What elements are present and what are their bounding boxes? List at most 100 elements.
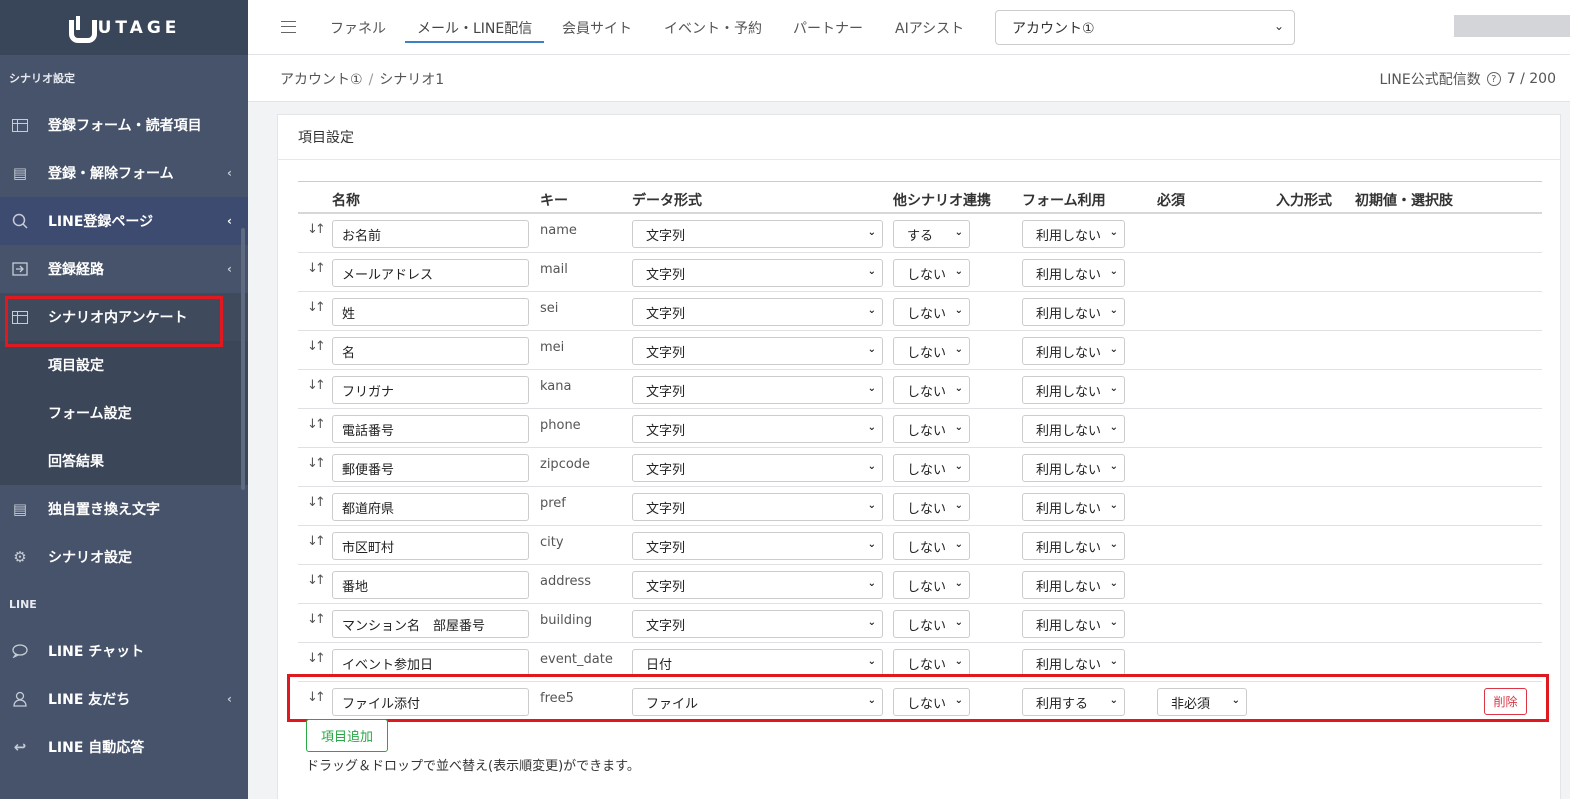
form-use-select[interactable]: 利用しない ⌄ bbox=[1022, 337, 1125, 365]
drag-handle-icon[interactable]: ↓↑ bbox=[307, 651, 326, 666]
form-use-select[interactable]: 利用しない ⌄ bbox=[1022, 415, 1125, 443]
data-type-select[interactable]: 文字列 ⌄ bbox=[632, 376, 883, 404]
form-use-select[interactable]: 利用しない ⌄ bbox=[1022, 259, 1125, 287]
data-type-select[interactable]: 文字列 ⌄ bbox=[632, 571, 883, 599]
data-type-select[interactable]: 文字列 ⌄ bbox=[632, 337, 883, 365]
tab-funnel[interactable]: ファネル bbox=[330, 18, 386, 43]
sidebar-subitem-answers[interactable]: 回答結果 bbox=[0, 437, 248, 485]
scenario-link-select[interactable]: しない ⌄ bbox=[893, 337, 970, 365]
item-name-input[interactable]: 姓 bbox=[332, 298, 529, 326]
sidebar-item-line-auto-reply[interactable]: ↩ LINE 自動応答 bbox=[0, 723, 248, 771]
user-icon bbox=[10, 691, 30, 707]
item-name-input[interactable]: 番地 bbox=[332, 571, 529, 599]
scenario-link-select[interactable]: する ⌄ bbox=[893, 220, 970, 248]
sidebar-scrollbar[interactable] bbox=[241, 228, 245, 490]
form-use-select[interactable]: 利用しない ⌄ bbox=[1022, 298, 1125, 326]
table-row[interactable]: ↓↑ お名前 name 文字列 ⌄ する ⌄ 利用しない ⌄ bbox=[298, 214, 1542, 253]
table-row[interactable]: ↓↑ 市区町村 city 文字列 ⌄ しない ⌄ 利用しない ⌄ bbox=[298, 526, 1542, 565]
scenario-link-select[interactable]: しない ⌄ bbox=[893, 649, 970, 677]
item-name-input[interactable]: マンション名 部屋番号 bbox=[332, 610, 529, 638]
tab-member-site[interactable]: 会員サイト bbox=[562, 18, 632, 43]
add-item-button[interactable]: 項目追加 bbox=[306, 719, 388, 752]
drag-handle-icon[interactable]: ↓↑ bbox=[307, 261, 326, 276]
item-name-input[interactable]: メールアドレス bbox=[332, 259, 529, 287]
data-type-select[interactable]: 文字列 ⌄ bbox=[632, 298, 883, 326]
drag-handle-icon[interactable]: ↓↑ bbox=[307, 612, 326, 627]
item-name-input[interactable]: 郵便番号 bbox=[332, 454, 529, 482]
data-type-select[interactable]: 文字列 ⌄ bbox=[632, 220, 883, 248]
scenario-link-select[interactable]: しない ⌄ bbox=[893, 415, 970, 443]
scenario-link-select[interactable]: しない ⌄ bbox=[893, 376, 970, 404]
drag-handle-icon[interactable]: ↓↑ bbox=[307, 573, 326, 588]
sidebar-item-line-chat[interactable]: LINE チャット bbox=[0, 627, 248, 675]
table-row[interactable]: ↓↑ メールアドレス mail 文字列 ⌄ しない ⌄ 利用しない ⌄ bbox=[298, 253, 1542, 292]
user-menu-placeholder[interactable] bbox=[1454, 15, 1570, 37]
item-name-input[interactable]: イベント参加日 bbox=[332, 649, 529, 677]
data-type-select[interactable]: 文字列 ⌄ bbox=[632, 454, 883, 482]
data-type-select[interactable]: 文字列 ⌄ bbox=[632, 259, 883, 287]
scenario-link-select[interactable]: しない ⌄ bbox=[893, 571, 970, 599]
table-row[interactable]: ↓↑ 名 mei 文字列 ⌄ しない ⌄ 利用しない ⌄ bbox=[298, 331, 1542, 370]
form-use-select[interactable]: 利用しない ⌄ bbox=[1022, 532, 1125, 560]
data-type-select[interactable]: 文字列 ⌄ bbox=[632, 610, 883, 638]
item-name-input[interactable]: 電話番号 bbox=[332, 415, 529, 443]
table-row[interactable]: ↓↑ 姓 sei 文字列 ⌄ しない ⌄ 利用しない ⌄ bbox=[298, 292, 1542, 331]
drag-handle-icon[interactable]: ↓↑ bbox=[307, 456, 326, 471]
item-name-input[interactable]: 名 bbox=[332, 337, 529, 365]
drag-handle-icon[interactable]: ↓↑ bbox=[307, 534, 326, 549]
sidebar-subitem-item-settings[interactable]: 項目設定 bbox=[0, 341, 248, 389]
account-select[interactable]: アカウント① ⌄ bbox=[995, 10, 1295, 45]
data-type-select[interactable]: 文字列 ⌄ bbox=[632, 415, 883, 443]
breadcrumb-account[interactable]: アカウント① bbox=[280, 72, 363, 88]
sidebar-item-custom-replace[interactable]: ▤ 独自置き換え文字 bbox=[0, 485, 248, 533]
tab-partner[interactable]: パートナー bbox=[793, 18, 863, 43]
drag-handle-icon[interactable]: ↓↑ bbox=[307, 300, 326, 315]
form-use-select[interactable]: 利用しない ⌄ bbox=[1022, 571, 1125, 599]
form-use-select[interactable]: 利用しない ⌄ bbox=[1022, 649, 1125, 677]
menu-icon[interactable] bbox=[281, 21, 296, 33]
item-name-input[interactable]: フリガナ bbox=[332, 376, 529, 404]
form-use-select[interactable]: 利用しない ⌄ bbox=[1022, 220, 1125, 248]
form-use-select[interactable]: 利用しない ⌄ bbox=[1022, 376, 1125, 404]
scenario-link-select[interactable]: しない ⌄ bbox=[893, 259, 970, 287]
table-row[interactable]: ↓↑ 郵便番号 zipcode 文字列 ⌄ しない ⌄ 利用しない ⌄ bbox=[298, 448, 1542, 487]
item-name-input[interactable]: 都道府県 bbox=[332, 493, 529, 521]
item-name-input[interactable]: お名前 bbox=[332, 220, 529, 248]
sidebar-item-line-register-page[interactable]: LINE登録ページ ‹ bbox=[0, 197, 248, 245]
table-row[interactable]: ↓↑ 番地 address 文字列 ⌄ しない ⌄ 利用しない ⌄ bbox=[298, 565, 1542, 604]
drag-handle-icon[interactable]: ↓↑ bbox=[307, 222, 326, 237]
sidebar-item-line-friends[interactable]: LINE 友だち ‹ bbox=[0, 675, 248, 723]
form-use-select[interactable]: 利用しない ⌄ bbox=[1022, 454, 1125, 482]
chevron-down-icon: ⌄ bbox=[954, 383, 963, 394]
chevron-down-icon: ⌄ bbox=[867, 500, 876, 511]
table-row[interactable]: ↓↑ マンション名 部屋番号 building 文字列 ⌄ しない ⌄ 利用しない ⌄ bbox=[298, 604, 1542, 643]
item-name-input[interactable]: 市区町村 bbox=[332, 532, 529, 560]
scenario-link-select[interactable]: しない ⌄ bbox=[893, 298, 970, 326]
scenario-link-select[interactable]: しない ⌄ bbox=[893, 454, 970, 482]
table-row[interactable]: ↓↑ フリガナ kana 文字列 ⌄ しない ⌄ 利用しない ⌄ bbox=[298, 370, 1542, 409]
scenario-link-select[interactable]: しない ⌄ bbox=[893, 493, 970, 521]
table-row[interactable]: ↓↑ 電話番号 phone 文字列 ⌄ しない ⌄ 利用しない ⌄ bbox=[298, 409, 1542, 448]
sidebar-item-subscribe-form[interactable]: ▤ 登録・解除フォーム ‹ bbox=[0, 149, 248, 197]
scenario-link-select[interactable]: しない ⌄ bbox=[893, 610, 970, 638]
table-row[interactable]: ↓↑ 都道府県 pref 文字列 ⌄ しない ⌄ 利用しない ⌄ bbox=[298, 487, 1542, 526]
sidebar-item-scenario-settings[interactable]: ⚙ シナリオ設定 bbox=[0, 533, 248, 581]
data-type-select[interactable]: 文字列 ⌄ bbox=[632, 532, 883, 560]
tab-event[interactable]: イベント・予約 bbox=[664, 18, 762, 43]
sidebar-item-register-route[interactable]: 登録経路 ‹ bbox=[0, 245, 248, 293]
sidebar-subitem-form-settings[interactable]: フォーム設定 bbox=[0, 389, 248, 437]
drag-handle-icon[interactable]: ↓↑ bbox=[307, 495, 326, 510]
form-use-select[interactable]: 利用しない ⌄ bbox=[1022, 493, 1125, 521]
data-type-select[interactable]: 日付 ⌄ bbox=[632, 649, 883, 677]
form-use-select[interactable]: 利用しない ⌄ bbox=[1022, 610, 1125, 638]
data-type-select[interactable]: 文字列 ⌄ bbox=[632, 493, 883, 521]
scenario-link-select[interactable]: しない ⌄ bbox=[893, 532, 970, 560]
tab-ai-assist[interactable]: AIアシスト bbox=[895, 18, 964, 43]
drag-handle-icon[interactable]: ↓↑ bbox=[307, 339, 326, 354]
logo[interactable]: UTAGE bbox=[0, 0, 248, 55]
drag-handle-icon[interactable]: ↓↑ bbox=[307, 378, 326, 393]
tab-mail-line[interactable]: メール・LINE配信 bbox=[405, 18, 545, 43]
drag-handle-icon[interactable]: ↓↑ bbox=[307, 417, 326, 432]
help-icon[interactable]: ? bbox=[1486, 72, 1501, 86]
sidebar-item-register-form[interactable]: 登録フォーム・読者項目 bbox=[0, 101, 248, 149]
